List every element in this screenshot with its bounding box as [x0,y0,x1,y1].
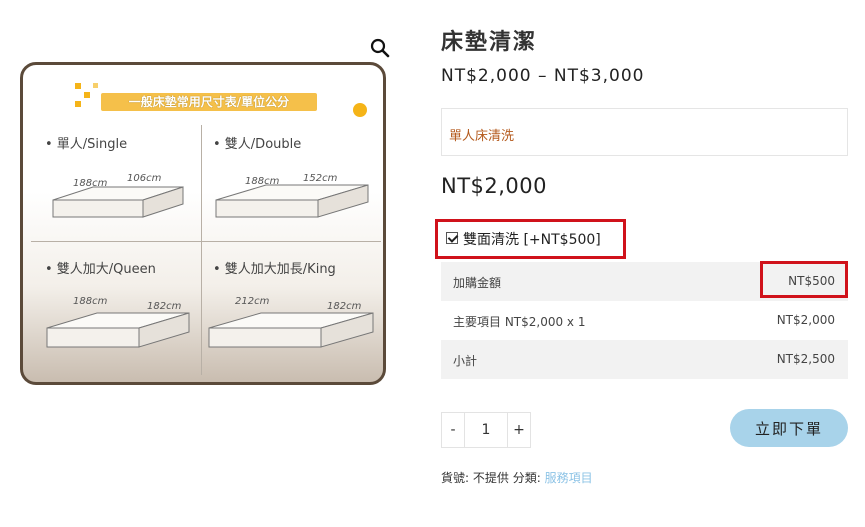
product-meta: 貨號: 不提供 分類: 服務項目 [441,469,593,486]
product-title: 床墊清潔 [441,30,538,55]
table-row: 主要項目 NT$2,000 x 1 NT$2,000 [441,301,848,340]
size-label-single: • 單人/Single [45,137,128,152]
quantity-minus-button[interactable]: - [441,412,465,448]
addon-amount-highlight-box [760,261,848,298]
sku-label: 貨號: [441,471,470,485]
table-row: 小計 NT$2,500 [441,340,848,379]
search-icon [370,38,390,58]
dim-single-width: 106cm [127,173,162,184]
size-label-double: • 雙人/Double [213,137,302,152]
divider-horizontal [31,241,381,242]
quantity-stepper: - 1 + [441,412,531,448]
quantity-plus-button[interactable]: + [507,412,531,448]
product-image[interactable]: 一般床墊常用尺寸表/單位公分 • 單人/Single 188cm 106cm •… [20,62,386,385]
sku-value: 不提供 [472,471,509,485]
dim-queen-length: 188cm [73,296,108,307]
dim-single-length: 188cm [73,178,108,189]
variant-select[interactable]: 單人床清洗 [441,108,848,156]
divider-vertical [201,125,202,375]
decorative-dots [75,83,98,107]
size-chart-title: 一般床墊常用尺寸表/單位公分 [101,93,317,111]
dim-king-length: 212cm [235,296,270,307]
main-item-label: 主要項目 NT$2,000 x 1 [453,315,586,329]
price-range: NT$2,000 – NT$3,000 [441,66,645,86]
current-price: NT$2,000 [441,174,548,198]
bed-queen-illustration [46,312,190,348]
addon-label[interactable]: 雙面清洗 [+NT$500] [463,229,601,249]
subtotal-label: 小計 [453,354,478,368]
variant-selected-value: 單人床清洗 [449,129,515,144]
dim-queen-width: 182cm [147,301,182,312]
quantity-input[interactable]: 1 [465,412,507,448]
addon-amount-label: 加購金額 [453,276,502,290]
dim-double-width: 152cm [303,173,338,184]
zoom-search-icon[interactable] [369,37,391,59]
main-item-value: NT$2,000 [776,313,835,327]
dim-king-width: 182cm [327,301,362,312]
buy-now-button[interactable]: 立即下單 [730,409,848,447]
subtotal-value: NT$2,500 [776,352,835,366]
bed-double-illustration [215,184,369,218]
accent-dot [353,103,367,117]
bed-king-illustration [208,312,374,348]
category-label: 分類: [512,471,541,485]
dim-double-length: 188cm [245,176,280,187]
size-label-queen: • 雙人加大/Queen [45,262,156,277]
bed-single-illustration [52,186,184,218]
addon-checkbox[interactable] [446,232,458,244]
size-label-king: • 雙人加大加長/King [213,262,336,277]
category-link[interactable]: 服務項目 [545,471,593,485]
